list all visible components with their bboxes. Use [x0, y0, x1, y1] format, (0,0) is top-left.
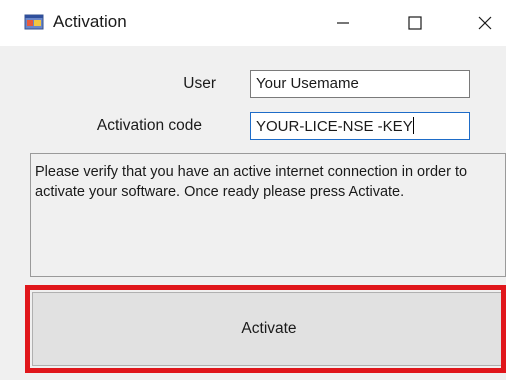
user-input[interactable]: Your Usemame — [250, 70, 470, 98]
window-title: Activation — [53, 12, 127, 31]
highlight-box — [25, 285, 506, 373]
app-icon — [24, 12, 46, 32]
user-input-value: Your Usemame — [256, 75, 359, 92]
activation-code-input[interactable]: YOUR-LICE-NSE -KEY — [250, 112, 470, 140]
info-message-box: Please verify that you have an active in… — [30, 153, 506, 277]
maximize-icon — [408, 16, 422, 30]
activation-code-value: YOUR-LICE-NSE -KEY — [256, 118, 413, 135]
info-message-text: Please verify that you have an active in… — [35, 164, 468, 200]
minimize-icon — [337, 22, 349, 24]
minimize-button[interactable] — [320, 0, 366, 46]
text-caret — [412, 117, 414, 134]
user-label: User — [183, 75, 216, 92]
activation-window: Activation User Your Usemame Activation … — [0, 0, 506, 380]
close-icon — [478, 16, 492, 30]
activation-code-label: Activation code — [96, 117, 202, 134]
title-bar: Activation — [0, 0, 506, 46]
maximize-button[interactable] — [392, 0, 438, 46]
close-button[interactable] — [462, 0, 506, 46]
